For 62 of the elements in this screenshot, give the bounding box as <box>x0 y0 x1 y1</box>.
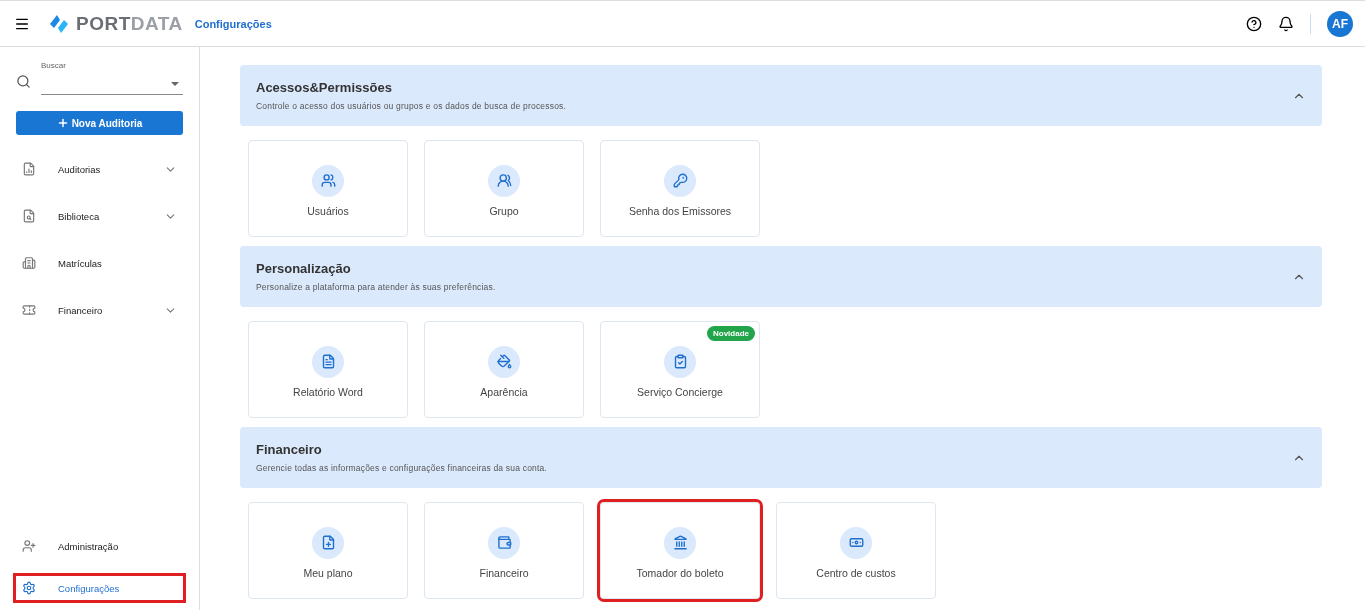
user-plus-icon <box>22 539 36 553</box>
card-icon <box>312 164 344 197</box>
search-icon <box>16 74 31 89</box>
sidebar-item[interactable]: Biblioteca <box>16 204 183 228</box>
section-description: Controle o acesso dos usuários ou grupos e os dados de busca de processos. <box>256 101 568 111</box>
card-label: Senha dos Emissores <box>628 204 732 217</box>
nav-icon <box>22 209 36 223</box>
card-label: Aparência <box>480 385 528 398</box>
section-title: Financeiro <box>256 442 323 457</box>
settings-card[interactable]: Grupo <box>424 140 584 237</box>
card-label: Relatório Word <box>293 385 363 398</box>
card-icon <box>312 345 344 378</box>
logo-icon <box>48 13 70 34</box>
settings-card[interactable]: Meu plano <box>248 502 408 599</box>
section-title: Personalização <box>256 261 352 276</box>
card-label: Grupo <box>489 204 519 217</box>
card-label: Financeiro <box>479 566 529 579</box>
nav-icon <box>22 303 36 317</box>
section-header[interactable]: Personalização Personalize a plataforma para atender às suas preferências. <box>240 246 1322 307</box>
settings-card[interactable]: Centro de custos <box>776 502 936 599</box>
card-icon <box>664 164 696 197</box>
sidebar-item[interactable]: Matrículas <box>16 251 183 275</box>
new-badge: Novidade <box>707 326 755 341</box>
sidebar-item[interactable]: Auditorias <box>16 157 183 181</box>
card-icon <box>664 345 696 378</box>
card-label: Centro de custos <box>816 566 896 579</box>
card-icon <box>664 526 696 559</box>
sidebar-item[interactable]: Financeiro <box>16 298 183 322</box>
settings-card[interactable]: Relatório Word <box>248 321 408 418</box>
section-header[interactable]: Financeiro Gerencie todas as informações e configurações financeiras da sua conta. <box>240 427 1322 488</box>
card-icon <box>312 526 344 559</box>
sidebar-item[interactable]: Administração <box>16 534 183 558</box>
user-avatar[interactable]: AF <box>1327 10 1353 37</box>
section-header[interactable]: Acessos&Permissões Controle o acesso dos usuários ou grupos e os dados de busca de processos. <box>240 65 1322 126</box>
card-icon <box>488 345 520 378</box>
card-label: Meu plano <box>303 566 353 579</box>
settings-card[interactable]: Tomador do boleto <box>600 502 760 599</box>
sidebar-item[interactable]: Configurações <box>16 576 183 600</box>
bell-icon[interactable] <box>1278 15 1294 32</box>
new-audit-button[interactable]: Nova Auditoria <box>16 111 183 135</box>
settings-card[interactable]: Aparência <box>424 321 584 418</box>
breadcrumb[interactable]: Configurações <box>194 17 272 30</box>
section-title: Acessos&Permissões <box>256 80 393 95</box>
section-description: Personalize a plataforma para atender às suas preferências. <box>256 282 497 292</box>
nav-icon <box>22 162 36 176</box>
plus-icon <box>56 117 69 129</box>
card-icon <box>488 164 520 197</box>
card-icon <box>488 526 520 559</box>
settings-card[interactable]: Usuários <box>248 140 408 237</box>
card-label: Tomador do boleto <box>636 566 724 579</box>
card-label: Serviço Concierge <box>637 385 723 398</box>
help-icon[interactable] <box>1246 15 1262 32</box>
card-label: Usuários <box>307 204 349 217</box>
settings-card[interactable]: Senha dos Emissores <box>600 140 760 237</box>
settings-card[interactable]: Financeiro <box>424 502 584 599</box>
section-description: Gerencie todas as informações e configurações financeiras da sua conta. <box>256 463 549 473</box>
card-icon <box>840 526 872 559</box>
settings-icon <box>22 581 36 595</box>
logo-text: PORTDATA <box>76 12 183 35</box>
search-field[interactable]: Buscar <box>41 61 183 95</box>
nav-icon <box>22 256 36 270</box>
settings-card[interactable]: Novidade Serviço Concierge <box>600 321 760 418</box>
